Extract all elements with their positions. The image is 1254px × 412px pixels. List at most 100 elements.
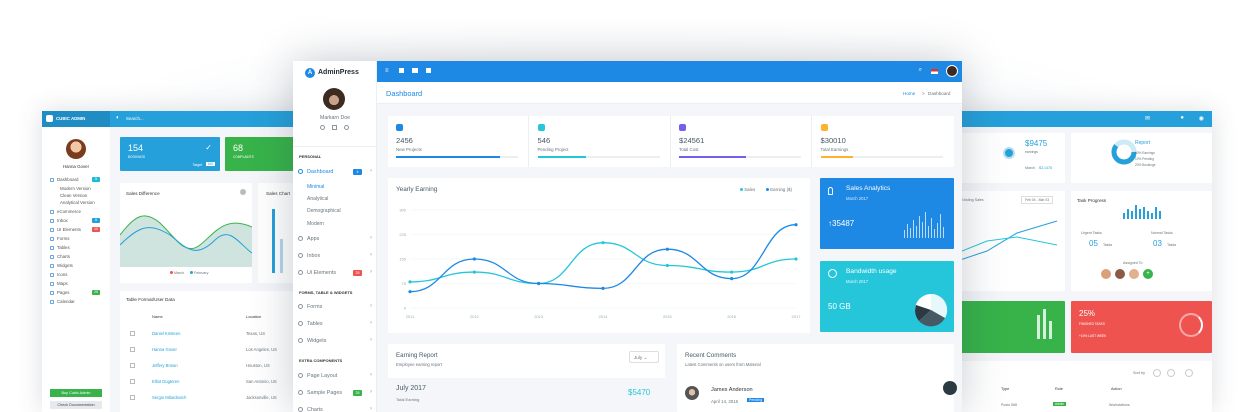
row-checkbox[interactable] xyxy=(130,395,135,400)
bell-icon[interactable]: ● xyxy=(1180,115,1184,121)
sidebar-item[interactable]: Ui Elements 25 › xyxy=(298,269,372,276)
sidebar-item[interactable]: Dashboard 4 › xyxy=(298,168,372,175)
left-logo[interactable]: CUBIC ADMIN xyxy=(42,111,110,127)
cell-name[interactable]: Hanna Gover xyxy=(152,347,177,352)
grid-icon[interactable] xyxy=(426,68,431,73)
flag-icon[interactable] xyxy=(931,69,938,74)
sidebar-item[interactable]: Forms › xyxy=(298,303,372,310)
data-point[interactable] xyxy=(472,257,476,261)
buy-button[interactable]: Buy Cubic Admin xyxy=(50,389,102,397)
sidebar-item[interactable]: Tables xyxy=(50,245,104,250)
view-icon[interactable] xyxy=(1185,369,1193,377)
sidebar-item[interactable]: Minimal xyxy=(307,184,371,190)
bar xyxy=(280,239,283,273)
mail-icon[interactable]: ✉ xyxy=(1145,115,1150,122)
sidebar-item[interactable]: Sample Pages 25 › xyxy=(298,389,372,396)
sidebar-item[interactable]: Demographical xyxy=(307,208,371,214)
power-icon[interactable] xyxy=(344,125,349,130)
sidebar-item[interactable]: Clean Version xyxy=(60,193,104,198)
data-point[interactable] xyxy=(408,290,412,294)
sidebar-item[interactable]: Pages 25 xyxy=(50,290,104,295)
sidebar-item[interactable]: Page Layout › xyxy=(298,372,372,379)
sidebar-item[interactable]: Analytical Version xyxy=(60,200,104,205)
avatar[interactable] xyxy=(66,139,86,159)
refresh-icon[interactable] xyxy=(1167,369,1175,377)
month-select[interactable]: July ⌄ xyxy=(629,351,659,363)
avatar[interactable] xyxy=(323,88,345,110)
sidebar-item[interactable]: Calendar xyxy=(50,299,104,304)
mail-icon[interactable] xyxy=(332,125,337,130)
left-sidebar: Hanna Gover Dashboard 5 Modern Version Clea… xyxy=(42,127,110,412)
sidebar-item[interactable]: Charts xyxy=(50,254,104,259)
urgent-label: Urgent Tasks xyxy=(1081,231,1102,235)
cell-name[interactable]: Sergio Milardovich xyxy=(152,395,186,400)
mail-icon[interactable] xyxy=(412,68,418,73)
data-point[interactable] xyxy=(537,281,541,286)
avatar[interactable] xyxy=(685,386,699,400)
normal-value: 03 xyxy=(1153,239,1162,248)
sidebar-item[interactable]: Forms xyxy=(50,236,104,241)
breadcrumb-home[interactable]: Home xyxy=(903,91,915,96)
data-point[interactable] xyxy=(794,223,798,227)
sidebar-item[interactable]: UI Elements 10 xyxy=(50,227,104,232)
assigned-label: Assigned To xyxy=(1123,261,1143,265)
data-point[interactable] xyxy=(472,270,476,274)
cell-name[interactable]: Jeffery Brown xyxy=(152,363,178,368)
sidebar-item[interactable]: Dashboard 5 xyxy=(50,177,104,182)
sort-by-label[interactable]: Sort by xyxy=(1133,371,1145,375)
legend-earning: Earning ($) xyxy=(766,187,792,192)
data-point[interactable] xyxy=(665,247,669,251)
data-point[interactable] xyxy=(794,257,798,261)
earning-summary xyxy=(388,378,665,412)
sidebar-item[interactable]: Inbox 5 xyxy=(50,218,104,223)
row-checkbox[interactable] xyxy=(130,347,135,352)
cell-name[interactable]: Daniel Kristeen xyxy=(152,331,180,336)
documentation-button[interactable]: Check Documentation xyxy=(50,401,102,409)
avatar[interactable] xyxy=(1101,269,1111,279)
sidebar-item[interactable]: Analytical xyxy=(307,196,371,202)
avatar[interactable] xyxy=(1115,269,1125,279)
menu-icon[interactable]: ≡ xyxy=(385,68,389,74)
brand-name[interactable]: AdminPress xyxy=(318,69,359,76)
search-input[interactable]: Search... xyxy=(126,116,144,121)
data-point[interactable] xyxy=(730,277,734,281)
message-icon[interactable] xyxy=(399,68,404,73)
yearly-earning-chart: 300 225 150 75 0 2011 2012 2013 2014 2015 2016 2017 xyxy=(399,208,801,320)
row-checkbox[interactable] xyxy=(130,331,135,336)
user-icon[interactable]: ◉ xyxy=(1199,115,1204,122)
settings-icon[interactable] xyxy=(320,125,325,130)
avatar[interactable] xyxy=(946,65,958,77)
add-assignee-icon[interactable]: + xyxy=(1143,269,1153,279)
sidebar-item[interactable]: Modern xyxy=(307,221,371,227)
settings-fab[interactable] xyxy=(943,381,957,395)
date-range-select[interactable]: Feb 04 - Mar 03 xyxy=(1021,196,1054,204)
cell-name[interactable]: Elliot Dugteren xyxy=(152,379,179,384)
row-checkbox[interactable] xyxy=(130,379,135,384)
stat-label: Total Cost xyxy=(679,147,699,152)
row-checkbox[interactable] xyxy=(130,363,135,368)
sidebar-item[interactable]: Icons xyxy=(50,272,104,277)
card-subtitle: Employee earning report xyxy=(396,362,442,367)
sidebar-item[interactable]: Charts › xyxy=(298,406,372,412)
back-icon[interactable]: ◐ xyxy=(116,115,120,121)
settings-icon[interactable] xyxy=(240,189,246,195)
data-point[interactable] xyxy=(601,241,605,245)
sidebar-item[interactable]: Widgets › xyxy=(298,337,372,344)
data-point[interactable] xyxy=(730,270,734,274)
search-icon[interactable]: ⌕ xyxy=(919,67,922,74)
sidebar-item[interactable]: Modern Version xyxy=(60,186,104,191)
data-point[interactable] xyxy=(601,286,605,290)
sidebar-item[interactable]: Inbox › xyxy=(298,252,372,259)
sidebar-item[interactable]: Apps › xyxy=(298,235,372,242)
card-title: Sales Analytics xyxy=(846,185,891,192)
data-point[interactable] xyxy=(665,263,669,268)
avatar[interactable] xyxy=(1129,269,1139,279)
cell-action[interactable]: Workstations xyxy=(1109,403,1130,407)
sidebar-item[interactable]: eCommerce xyxy=(50,209,104,214)
filter-icon[interactable] xyxy=(1153,369,1161,377)
sidebar-item[interactable]: Maps xyxy=(50,281,104,286)
month-value: $3,1478 xyxy=(1039,166,1052,170)
sidebar-item[interactable]: Tables › xyxy=(298,320,372,327)
data-point[interactable] xyxy=(408,280,412,284)
sidebar-item[interactable]: Widgets xyxy=(50,263,104,268)
